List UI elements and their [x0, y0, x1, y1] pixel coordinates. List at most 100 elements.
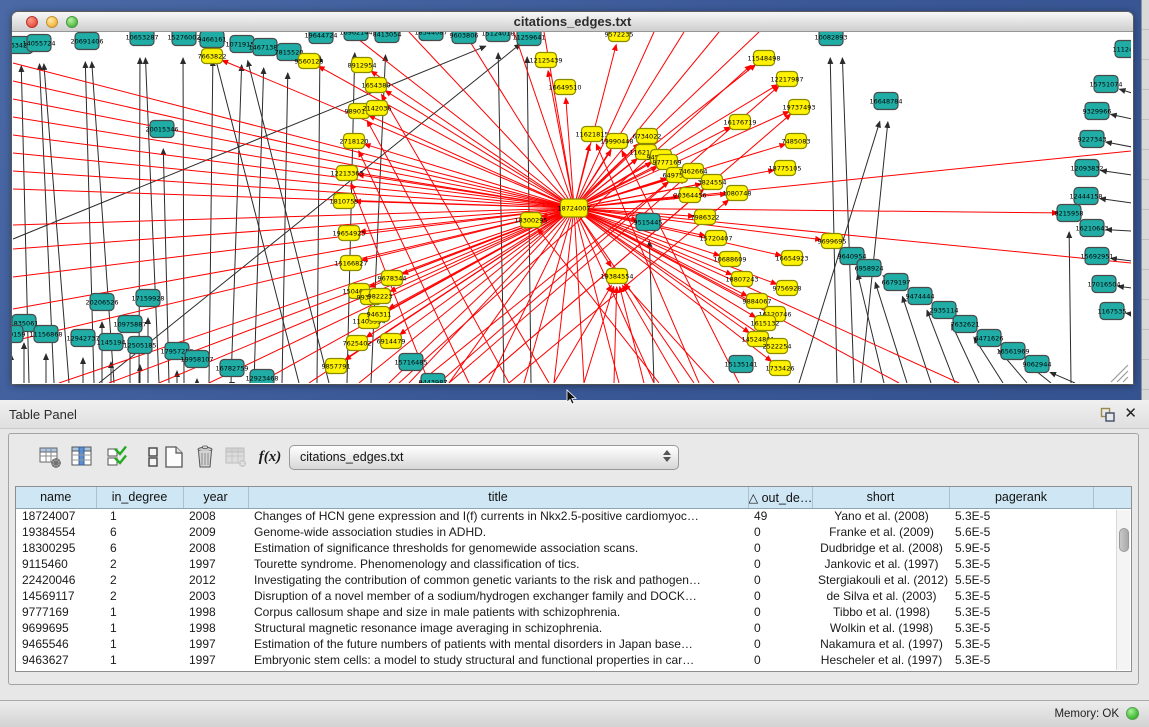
table-cell[interactable]: 14569117: [16, 588, 96, 604]
table-cell[interactable]: Stergiakouli et al. (2012): [812, 572, 949, 588]
table-cell[interactable]: 1997: [183, 652, 248, 668]
citation-edge-black[interactable]: [902, 296, 931, 383]
citation-edge-black[interactable]: [139, 58, 140, 383]
citation-edge-black[interactable]: [1111, 258, 1131, 261]
show-columns-button[interactable]: [69, 444, 95, 470]
table-cell[interactable]: 5.3E-5: [949, 620, 1093, 636]
citation-edge-black[interactable]: [1106, 230, 1131, 231]
table-cell[interactable]: 5.3E-5: [949, 556, 1093, 572]
citation-edge-black[interactable]: [498, 53, 504, 383]
citation-edge-black[interactable]: [1100, 199, 1131, 203]
column-header-short[interactable]: short: [812, 487, 949, 508]
table-cell[interactable]: Wolkin et al. (1998): [812, 620, 949, 636]
table-cell[interactable]: Estimation of significance thresholds fo…: [248, 540, 748, 556]
column-header-in_degree[interactable]: in_degree: [96, 487, 183, 508]
citation-edge-red[interactable]: [624, 284, 714, 383]
citation-edge-black[interactable]: [830, 58, 837, 383]
citation-edge-red[interactable]: [13, 171, 574, 208]
table-cell[interactable]: Disruption of a novel member of a sodium…: [248, 588, 748, 604]
table-row[interactable]: 911546021997Tourette syndrome. Phenomeno…: [16, 556, 1132, 572]
table-cell[interactable]: 9465546: [16, 636, 96, 652]
table-row[interactable]: 1938455462009Genome-wide association stu…: [16, 524, 1132, 540]
table-cell[interactable]: 0: [748, 588, 812, 604]
citation-edge-black[interactable]: [1111, 114, 1131, 119]
citation-edge-black[interactable]: [1069, 232, 1071, 383]
table-cell[interactable]: 1998: [183, 604, 248, 620]
table-cell[interactable]: Structural magnetic resonance image aver…: [248, 620, 748, 636]
table-cell[interactable]: 2012: [183, 572, 248, 588]
network-graph[interactable]: 9634254140557242069140610653287152760029…: [12, 32, 1131, 383]
table-cell[interactable]: 9463627: [16, 652, 96, 668]
table-selector-dropdown[interactable]: citations_edges.txt: [289, 445, 679, 470]
table-cell[interactable]: Tibbo et al. (1998): [812, 604, 949, 620]
column-header-pagerank[interactable]: pagerank: [949, 487, 1093, 508]
citation-edge-red[interactable]: [623, 286, 679, 383]
table-cell[interactable]: 1997: [183, 556, 248, 572]
citation-edge-red[interactable]: [584, 287, 614, 383]
table-cell[interactable]: Tourette syndrome. Phenomenology and cla…: [248, 556, 748, 572]
table-cell[interactable]: 0: [748, 604, 812, 620]
table-cell[interactable]: 2009: [183, 524, 248, 540]
table-cell[interactable]: 1998: [183, 620, 248, 636]
table-row[interactable]: 1830029562008Estimation of significance …: [16, 540, 1132, 556]
citation-edge-red[interactable]: [574, 32, 654, 208]
citation-edge-red[interactable]: [365, 144, 574, 208]
table-cell[interactable]: 1: [96, 508, 183, 524]
table-cell[interactable]: 22420046: [16, 572, 96, 588]
table-cell[interactable]: Estimation of the future numbers of pati…: [248, 636, 748, 652]
table-cell[interactable]: Corpus callosum shape and size in male p…: [248, 604, 748, 620]
table-cell[interactable]: 1: [96, 604, 183, 620]
table-cell[interactable]: 2003: [183, 588, 248, 604]
table-cell[interactable]: 1: [96, 620, 183, 636]
column-header-title[interactable]: title: [248, 487, 748, 508]
table-row[interactable]: 969969511998Structural magnetic resonanc…: [16, 620, 1132, 636]
table-cell[interactable]: 1997: [183, 636, 248, 652]
close-panel-icon[interactable]: ✕: [1124, 404, 1137, 422]
table-cell[interactable]: 5.3E-5: [949, 652, 1093, 668]
table-cell[interactable]: 9699695: [16, 620, 96, 636]
table-cell[interactable]: 2008: [183, 540, 248, 556]
table-cell[interactable]: 5.9E-5: [949, 540, 1093, 556]
citation-edge-black[interactable]: [1120, 89, 1131, 93]
table-mode-button[interactable]: [37, 444, 63, 470]
table-cell[interactable]: 0: [748, 636, 812, 652]
table-cell[interactable]: 2: [96, 572, 183, 588]
delete-column-button[interactable]: [192, 444, 218, 470]
table-row[interactable]: 2242004622012Investigating the contribut…: [16, 572, 1132, 588]
citation-edge-red[interactable]: [574, 208, 584, 383]
table-cell[interactable]: Embryonic stem cells: a model to study s…: [248, 652, 748, 668]
table-row[interactable]: 1872400712008Changes of HCN gene express…: [16, 508, 1132, 524]
table-cell[interactable]: Nakamura et al. (1997): [812, 636, 949, 652]
table-row[interactable]: 946554611997Estimation of the future num…: [16, 636, 1132, 652]
citation-edge-red[interactable]: [566, 98, 574, 208]
table-cell[interactable]: 18724007: [16, 508, 96, 524]
citation-edge-black[interactable]: [248, 61, 329, 383]
table-row[interactable]: 977716911998Corpus callosum shape and si…: [16, 604, 1132, 620]
table-row[interactable]: 946362711997Embryonic stem cells: a mode…: [16, 652, 1132, 668]
table-cell[interactable]: 5.3E-5: [949, 636, 1093, 652]
float-panel-icon[interactable]: [1100, 407, 1115, 422]
table-cell[interactable]: Hescheler et al. (1997): [812, 652, 949, 668]
citation-edge-black[interactable]: [209, 60, 213, 383]
table-cell[interactable]: 2: [96, 588, 183, 604]
column-header-year[interactable]: year: [183, 487, 248, 508]
table-cell[interactable]: 18300295: [16, 540, 96, 556]
select-columns-button[interactable]: [104, 444, 130, 470]
table-cell[interactable]: Franke et al. (2009): [812, 524, 949, 540]
citation-edge-red[interactable]: [13, 208, 574, 225]
table-cell[interactable]: Dudbridge et al. (2008): [812, 540, 949, 556]
table-cell[interactable]: 19384554: [16, 524, 96, 540]
table-cell[interactable]: Investigating the contribution of common…: [248, 572, 748, 588]
table-cell[interactable]: 1: [96, 652, 183, 668]
citation-edge-red[interactable]: [400, 208, 574, 335]
table-cell[interactable]: 5.3E-5: [949, 508, 1093, 524]
column-header-name[interactable]: name: [16, 487, 96, 508]
citation-edge-black[interactable]: [1126, 313, 1131, 314]
table-cell[interactable]: Changes of HCN gene expression and I(f) …: [248, 508, 748, 524]
citation-edge-red[interactable]: [359, 151, 469, 383]
citation-edge-black[interactable]: [1106, 142, 1131, 147]
table-row[interactable]: 1456911722003Disruption of a novel membe…: [16, 588, 1132, 604]
table-cell[interactable]: 5.3E-5: [949, 604, 1093, 620]
resize-grip-icon[interactable]: [1123, 377, 1128, 382]
citation-edge-black[interactable]: [317, 56, 320, 383]
